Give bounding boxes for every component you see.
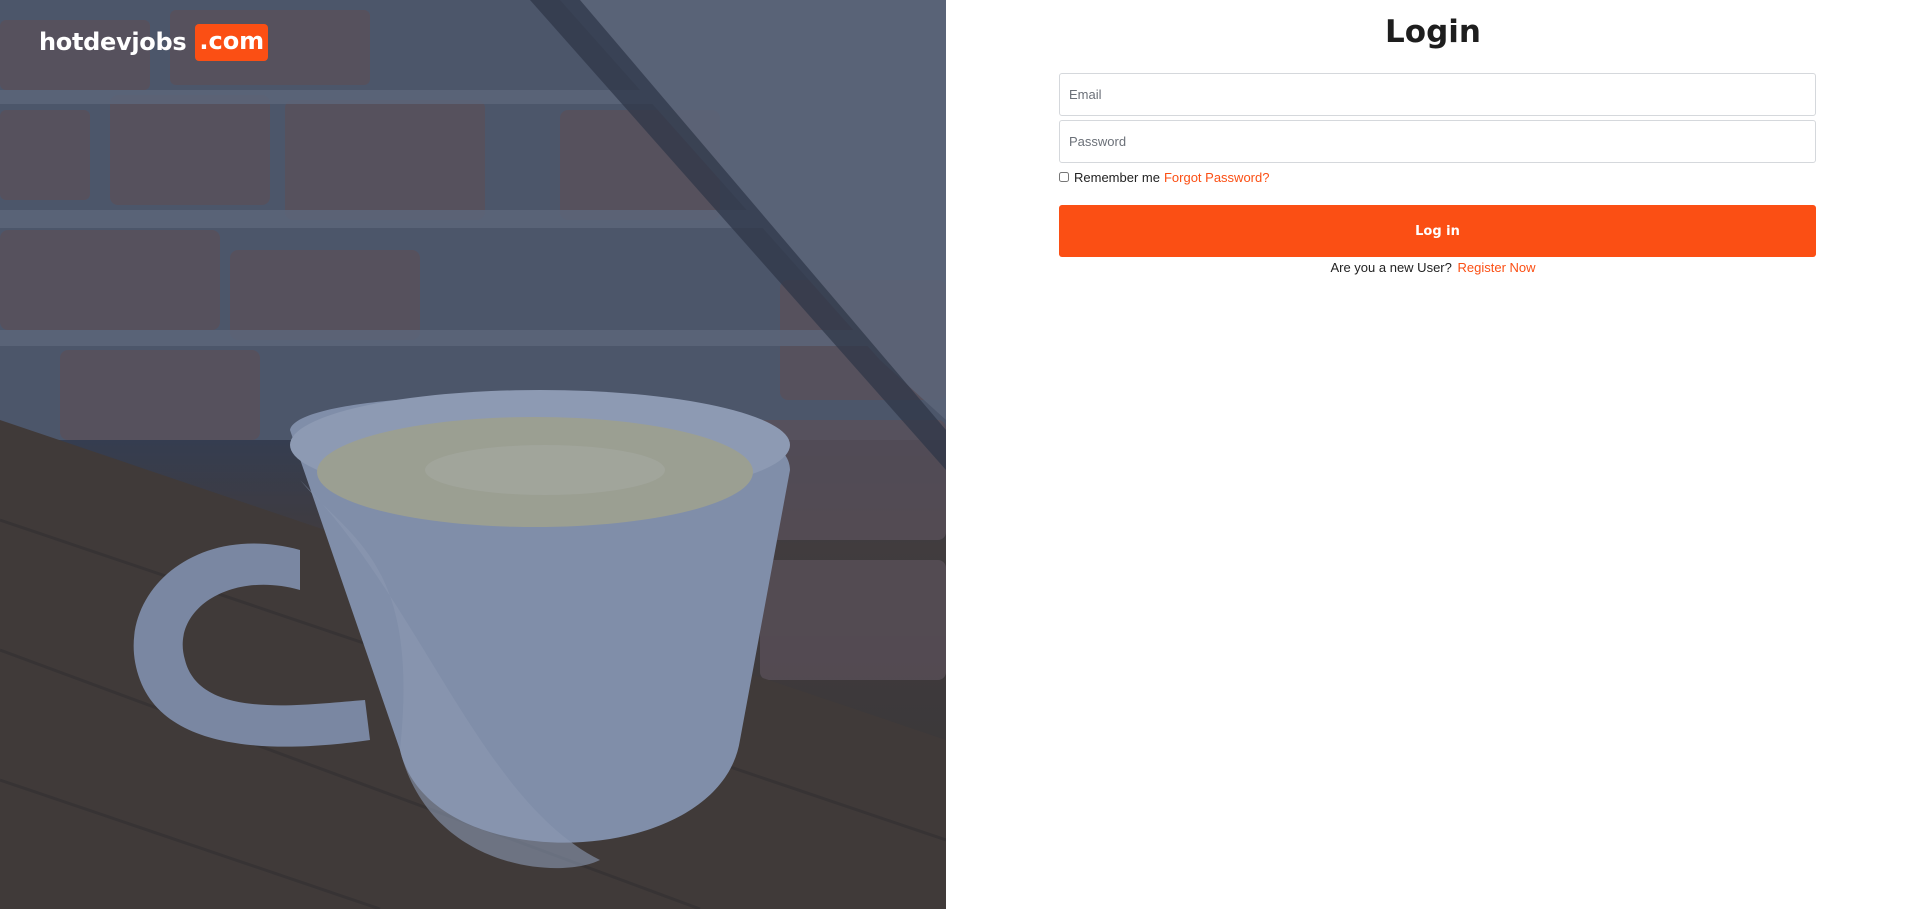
forgot-password-link[interactable]: Forgot Password? [1164, 170, 1270, 185]
logo-tld-badge: .com [195, 24, 269, 61]
login-button[interactable]: Log in [1059, 205, 1816, 257]
logo-name: hotdevjobs [39, 28, 187, 57]
hero-tint-overlay [0, 0, 946, 909]
register-row: Are you a new User? Register Now [946, 260, 1920, 275]
register-link[interactable]: Register Now [1458, 260, 1536, 275]
page-title: Login [1385, 14, 1481, 50]
brand-logo[interactable]: hotdevjobs .com [39, 24, 269, 61]
new-user-text: Are you a new User? [1330, 260, 1452, 275]
password-field[interactable] [1059, 120, 1816, 163]
login-panel: Login Remember me Forgot Password? Log i… [946, 0, 1920, 909]
remember-me-label: Remember me [1074, 170, 1160, 185]
login-page: hotdevjobs .com Login Remember me Forgot… [0, 0, 1920, 909]
remember-me-checkbox[interactable] [1059, 172, 1069, 182]
hero-image: hotdevjobs .com [0, 0, 946, 909]
email-field[interactable] [1059, 73, 1816, 116]
remember-row: Remember me Forgot Password? [1059, 170, 1269, 185]
